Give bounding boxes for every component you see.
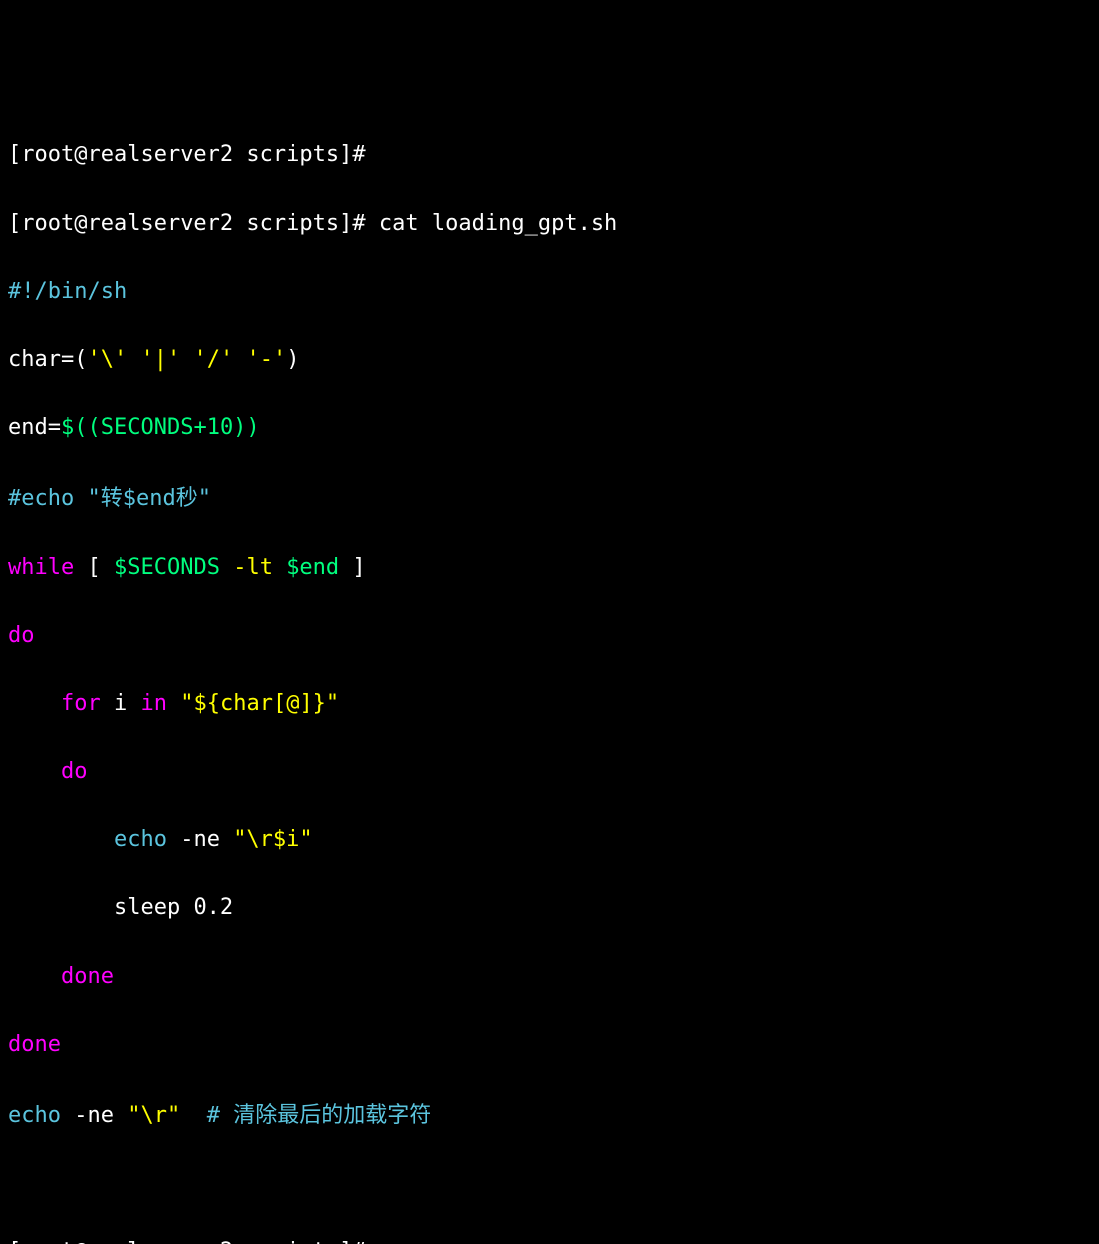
gap	[180, 1103, 207, 1128]
while-keyword: while	[8, 555, 74, 580]
prompt-bracket: [	[8, 1239, 21, 1244]
script-final-echo: echo -ne "\r" # 清除最后的加载字符	[8, 1096, 1091, 1133]
script-done1: done	[8, 960, 1091, 994]
sleep-indent	[8, 895, 114, 920]
echo-keyword: echo	[114, 827, 167, 852]
terminal-line-2: [root@realserver2 scripts]# cat loading_…	[8, 207, 1091, 241]
prompt-space	[366, 211, 379, 236]
echo-flags: -ne	[61, 1103, 127, 1128]
comment-hash: #echo	[8, 486, 87, 511]
shebang-text: #!/bin/sh	[8, 279, 127, 304]
char-eq: =(	[61, 347, 88, 372]
comment-cjk2: 秒	[176, 480, 198, 512]
prompt-bracket-close: ]#	[339, 1239, 366, 1244]
end-eq: =	[48, 415, 61, 440]
script-while: while [ $SECONDS -lt $end ]	[8, 551, 1091, 585]
while-var1: $SECONDS	[114, 555, 220, 580]
while-op: -lt	[220, 555, 286, 580]
echo-keyword: echo	[8, 1103, 61, 1128]
comment-hash: #	[207, 1103, 234, 1128]
script-do2: do	[8, 755, 1091, 789]
comment-q2: "	[198, 486, 211, 511]
prompt-path: scripts	[233, 211, 339, 236]
char-space	[127, 347, 140, 372]
do-keyword: do	[8, 623, 35, 648]
for-in: in	[140, 691, 180, 716]
script-end-assign: end=$((SECONDS+10))	[8, 411, 1091, 445]
blank-line	[8, 1167, 1091, 1201]
prompt-path: scripts	[233, 1239, 339, 1244]
command-cat: cat loading_gpt.sh	[379, 211, 617, 236]
char-var: char	[8, 347, 61, 372]
for-indent	[8, 691, 61, 716]
while-var2: $end	[286, 555, 339, 580]
echo-indent	[8, 827, 114, 852]
end-var: end	[8, 415, 48, 440]
char-val1: '\'	[87, 347, 127, 372]
script-comment1: #echo "转$end秒"	[8, 479, 1091, 516]
while-bracket1: [	[74, 555, 114, 580]
script-do1: do	[8, 619, 1091, 653]
comment-var: $end	[123, 486, 176, 511]
script-char-assign: char=('\' '|' '/' '-')	[8, 343, 1091, 377]
done1-indent	[8, 964, 61, 989]
char-val3: '/'	[193, 347, 233, 372]
char-space	[180, 347, 193, 372]
char-space	[233, 347, 246, 372]
echo-str: "\r$i"	[233, 827, 312, 852]
prompt-bracket: [	[8, 211, 21, 236]
prompt-userhost: root@realserver2	[21, 1239, 233, 1244]
done-keyword: done	[61, 964, 114, 989]
prompt-bracket: [	[8, 142, 21, 167]
prompt-path: scripts	[233, 142, 339, 167]
comment-cjk1: 转	[101, 480, 123, 512]
script-shebang: #!/bin/sh	[8, 275, 1091, 309]
script-done2: done	[8, 1028, 1091, 1062]
echo-flags: -ne	[167, 827, 233, 852]
terminal-line-1: [root@realserver2 scripts]#	[8, 138, 1091, 172]
for-expr: "${char[@]}"	[180, 691, 339, 716]
comment-text: 清除最后的加载字符	[233, 1097, 431, 1129]
for-var: i	[101, 691, 141, 716]
char-close: )	[286, 347, 299, 372]
while-bracket2: ]	[339, 555, 366, 580]
prompt-userhost: root@realserver2	[21, 142, 233, 167]
done-keyword: done	[8, 1032, 61, 1057]
script-echo: echo -ne "\r$i"	[8, 823, 1091, 857]
terminal-line-prompt: [root@realserver2 scripts]#	[8, 1235, 1091, 1244]
prompt-userhost: root@realserver2	[21, 211, 233, 236]
comment-q1: "	[87, 486, 100, 511]
prompt-bracket-close: ]#	[339, 211, 366, 236]
script-for: for i in "${char[@]}"	[8, 687, 1091, 721]
prompt-bracket-close: ]#	[339, 142, 366, 167]
for-keyword: for	[61, 691, 101, 716]
script-sleep: sleep 0.2	[8, 891, 1091, 925]
do2-indent	[8, 759, 61, 784]
do-keyword: do	[61, 759, 88, 784]
echo-str: "\r"	[127, 1103, 180, 1128]
char-val4: '-'	[246, 347, 286, 372]
sleep-cmd: sleep 0.2	[114, 895, 233, 920]
end-expr: $((SECONDS+10))	[61, 415, 260, 440]
char-val2: '|'	[140, 347, 180, 372]
